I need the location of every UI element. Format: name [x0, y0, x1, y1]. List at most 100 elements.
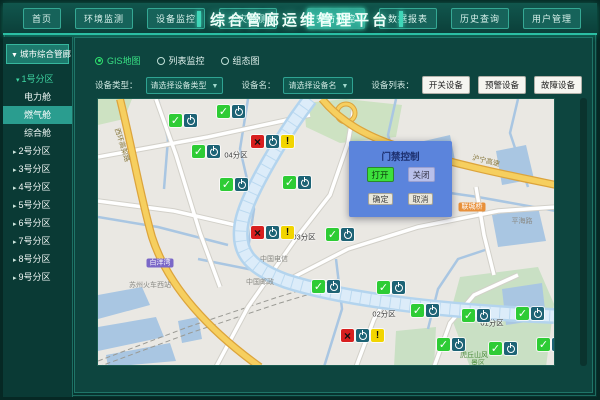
power-icon: [207, 145, 220, 158]
power-icon: [392, 281, 405, 294]
device-marker-ok[interactable]: ✓: [192, 145, 220, 158]
power-icon: [477, 309, 490, 322]
warning-devices-button[interactable]: 预警设备: [478, 76, 526, 94]
device-marker-alarm[interactable]: ×!: [341, 329, 384, 342]
radio-icon: [221, 57, 229, 65]
radio-list-monitor[interactable]: 列表监控: [157, 54, 205, 67]
tree-zone-1[interactable]: ▾1号分区: [3, 70, 72, 88]
app-frame: 首页 环境监测 设备监控 火灾监测 综合管廊运维管理平台 安防监控 数据报表 历…: [0, 0, 600, 400]
cancel-button[interactable]: 取消: [408, 193, 433, 205]
device-marker-ok[interactable]: ✓: [411, 304, 439, 317]
power-icon: [452, 338, 465, 351]
power-icon: [356, 329, 369, 342]
zone-label: 03分区: [292, 232, 315, 243]
radio-gis-map[interactable]: GIS地图: [95, 54, 141, 67]
nav-history-query[interactable]: 历史查询: [451, 8, 509, 29]
tree-zone-9[interactable]: ▸9号分区: [3, 268, 72, 286]
device-marker-ok[interactable]: ✓: [462, 309, 490, 322]
power-icon: [184, 114, 197, 127]
chevron-down-icon: ▼: [212, 83, 219, 90]
fault-x-icon: ×: [251, 135, 264, 148]
switch-devices-button[interactable]: 开关设备: [422, 76, 470, 94]
device-marker-alarm[interactable]: ×!: [251, 226, 294, 239]
check-icon: ✓: [220, 178, 233, 191]
device-marker-ok[interactable]: ✓: [283, 176, 311, 189]
confirm-button[interactable]: 确定: [368, 193, 393, 205]
tree-cabin-comprehensive[interactable]: 综合舱: [3, 124, 72, 142]
check-icon: ✓: [192, 145, 205, 158]
device-marker-ok[interactable]: ✓: [516, 307, 544, 320]
device-marker-ok[interactable]: ✓: [377, 281, 405, 294]
caret-right-icon: ▸: [13, 221, 17, 228]
device-name-label: 设备名：: [241, 79, 275, 91]
caret-right-icon: ▸: [13, 167, 17, 174]
access-control-dialog: 门禁控制 打开 关闭 确定 取消: [349, 141, 452, 217]
power-icon: [327, 280, 340, 293]
device-marker-ok[interactable]: ✓: [489, 342, 517, 355]
map-street-label: 景区: [471, 358, 485, 366]
power-icon: [298, 176, 311, 189]
door-close-button[interactable]: 关闭: [408, 167, 435, 182]
power-icon: [504, 342, 517, 355]
radio-selected-icon: [95, 57, 103, 65]
check-icon: ✓: [437, 338, 450, 351]
chevron-down-icon: ▼: [341, 83, 348, 90]
nav-environment-monitor[interactable]: 环境监测: [75, 8, 133, 29]
map-street-label: 白洋湾: [147, 259, 174, 268]
power-icon: [235, 178, 248, 191]
warning-icon: !: [281, 135, 294, 148]
radio-scada-view[interactable]: 组态图: [221, 54, 260, 67]
device-marker-ok[interactable]: ✓: [326, 228, 354, 241]
check-icon: ✓: [169, 114, 182, 127]
device-marker-ok[interactable]: ✓: [169, 114, 197, 127]
page-title: 综合管廊运维管理平台: [210, 9, 390, 30]
caret-right-icon: ▸: [13, 257, 17, 264]
caret-right-icon: ▸: [13, 203, 17, 210]
device-marker-ok[interactable]: ✓: [217, 105, 245, 118]
nav-user-management[interactable]: 用户管理: [523, 8, 581, 29]
check-icon: ✓: [217, 105, 230, 118]
title-bar-right: [399, 11, 403, 27]
check-icon: ✓: [283, 176, 296, 189]
tree-zone-6[interactable]: ▸6号分区: [3, 214, 72, 232]
tree-cabin-gas-selected[interactable]: 燃气舱: [3, 106, 72, 124]
device-marker-ok[interactable]: ✓: [220, 178, 248, 191]
fault-devices-button[interactable]: 故障设备: [534, 76, 582, 94]
tree-zone-8[interactable]: ▸8号分区: [3, 250, 72, 268]
door-open-button[interactable]: 打开: [367, 167, 394, 182]
device-marker-ok[interactable]: ✓: [537, 338, 555, 351]
device-type-select[interactable]: 请选择设备类型▼: [146, 77, 224, 94]
check-icon: ✓: [326, 228, 339, 241]
device-marker-alarm[interactable]: ×!: [251, 135, 294, 148]
title-block: 综合管廊运维管理平台: [197, 3, 403, 35]
device-name-select[interactable]: 请选择设备名▼: [283, 77, 353, 94]
check-icon: ✓: [411, 304, 424, 317]
check-icon: ✓: [377, 281, 390, 294]
power-icon: [341, 228, 354, 241]
power-icon: [232, 105, 245, 118]
caret-right-icon: ▸: [13, 185, 17, 192]
tree-zone-5[interactable]: ▸5号分区: [3, 196, 72, 214]
tree-cabin-power[interactable]: 电力舱: [3, 88, 72, 106]
map-street-label: 中国电信: [260, 254, 288, 264]
device-marker-ok[interactable]: ✓: [437, 338, 465, 351]
sidebar-tree: ▼城市综合管廊 ▾1号分区 电力舱 燃气舱 综合舱 ▸2号分区 ▸3号分区 ▸4…: [3, 37, 73, 397]
map-canvas[interactable]: 04分区03分区02分区01分区苏州火车西站中国邮政中国电信白洋湾联城桥平海路虎…: [97, 98, 555, 366]
warning-icon: !: [281, 226, 294, 239]
tree-root-city-gallery[interactable]: ▼城市综合管廊: [6, 44, 69, 64]
tree-zone-2[interactable]: ▸2号分区: [3, 142, 72, 160]
tree-zone-7[interactable]: ▸7号分区: [3, 232, 72, 250]
tree-zone-3[interactable]: ▸3号分区: [3, 160, 72, 178]
check-icon: ✓: [462, 309, 475, 322]
nav-home[interactable]: 首页: [23, 8, 61, 29]
map-scrollbar[interactable]: [580, 98, 587, 366]
dialog-title: 门禁控制: [349, 149, 452, 163]
tree-zone-4[interactable]: ▸4号分区: [3, 178, 72, 196]
title-bar-left: [197, 11, 201, 27]
power-icon: [266, 226, 279, 239]
device-marker-ok[interactable]: ✓: [312, 280, 340, 293]
main-panel: GIS地图 列表监控 组态图 设备类型： 请选择设备类型▼ 设备名： 请选择设备…: [74, 37, 593, 393]
view-mode-group: GIS地图 列表监控 组态图: [95, 54, 260, 67]
check-icon: ✓: [312, 280, 325, 293]
device-list-label: 设备列表：: [371, 79, 414, 91]
